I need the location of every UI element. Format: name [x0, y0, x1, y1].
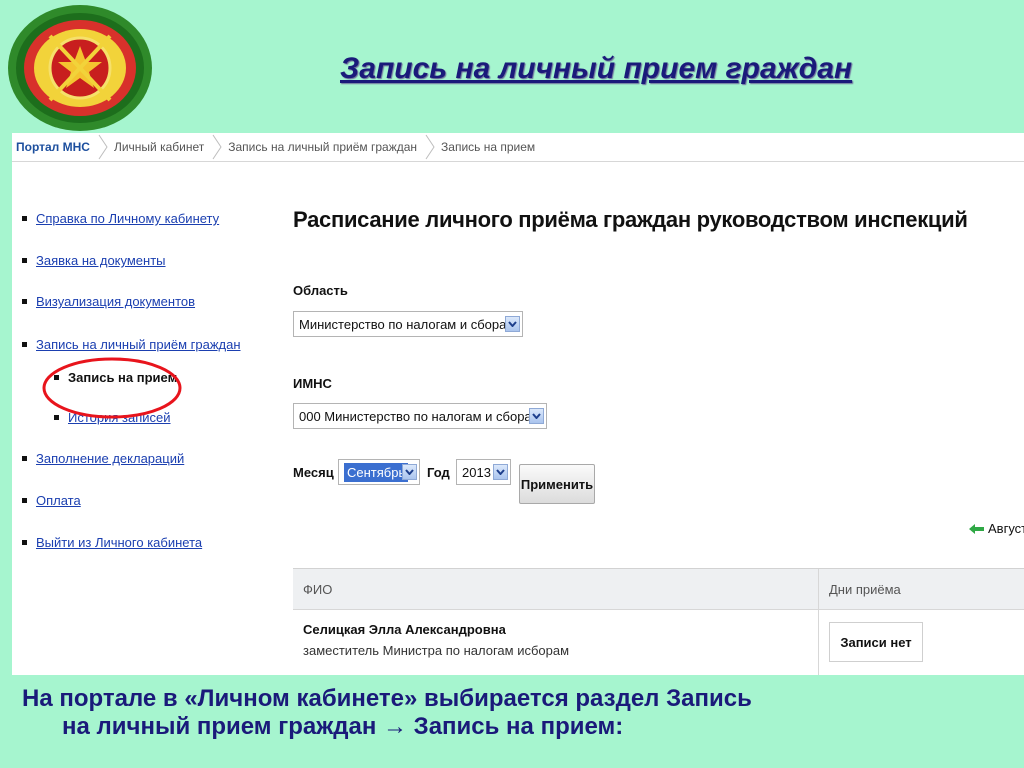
- sidebar-item-label[interactable]: Справка по Личному кабинету: [36, 211, 219, 226]
- table-row: Селицкая Элла Александровна заместитель …: [293, 610, 1024, 675]
- apply-button[interactable]: Применить: [519, 464, 595, 504]
- chevron-right-icon: [98, 134, 108, 160]
- mns-emblem-logo: [8, 5, 152, 131]
- imns-label: ИМНС: [293, 376, 332, 391]
- breadcrumb-item-current: Запись на прием: [441, 140, 536, 154]
- breadcrumb-item-portal[interactable]: Портал МНС: [12, 133, 90, 161]
- slide-caption: На портале в «Личном кабинете» выбираетс…: [22, 685, 1012, 741]
- month-label: Месяц: [293, 465, 334, 480]
- imns-select-value: 000 Министерство по налогам и сборам: [299, 408, 541, 424]
- bullet-icon: [22, 498, 27, 503]
- month-select-value: Сентябрь: [344, 462, 409, 482]
- sidebar-item-label[interactable]: Выйти из Личного кабинета: [36, 535, 202, 550]
- prev-month-label[interactable]: Август: [988, 521, 1024, 536]
- chevron-right-icon: [425, 134, 435, 160]
- sidebar-item-appointments[interactable]: Запись на личный приём граждан: [22, 337, 241, 352]
- page-title: Расписание личного приёма граждан руково…: [293, 207, 968, 232]
- sidebar-item-label[interactable]: Визуализация документов: [36, 294, 195, 309]
- slide-title: Запись на личный прием граждан: [340, 52, 853, 85]
- sidebar-item-logout[interactable]: Выйти из Личного кабинета: [22, 535, 202, 550]
- person-name: Селицкая Элла Александровна: [303, 622, 506, 637]
- breadcrumb: Портал МНС Личный кабинет Запись на личн…: [12, 133, 1024, 162]
- emblem-shield: [48, 34, 112, 102]
- breadcrumb-item-appointments[interactable]: Запись на личный приём граждан: [224, 133, 417, 161]
- sidebar-item-label[interactable]: Оплата: [36, 493, 81, 508]
- column-header-days: Дни приёма: [829, 581, 901, 597]
- person-role: заместитель Министра по налогам исборам: [303, 643, 570, 658]
- year-label: Год: [427, 465, 450, 480]
- chevron-down-icon[interactable]: [493, 464, 508, 480]
- year-select[interactable]: 2013: [456, 459, 511, 485]
- chevron-right-icon: [212, 134, 222, 160]
- bullet-icon: [22, 342, 27, 347]
- sidebar-item-payment[interactable]: Оплата: [22, 493, 81, 508]
- prev-month-link[interactable]: Август: [969, 521, 1024, 536]
- sidebar-item-declarations[interactable]: Заполнение деклараций: [22, 451, 184, 466]
- sidebar-item-label[interactable]: Заявка на документы: [36, 253, 166, 268]
- caption-line-2: на личный прием граждан → Запись на прие…: [62, 713, 624, 740]
- chevron-down-icon[interactable]: [529, 408, 544, 424]
- bullet-icon: [22, 299, 27, 304]
- bullet-icon: [22, 456, 27, 461]
- sidebar-item-documents-request[interactable]: Заявка на документы: [22, 253, 166, 268]
- breadcrumb-item-cabinet[interactable]: Личный кабинет: [110, 133, 204, 161]
- arrow-left-icon: [969, 523, 984, 534]
- region-select[interactable]: Министерство по налогам и сборам: [293, 311, 523, 337]
- chevron-down-icon[interactable]: [402, 464, 417, 480]
- imns-select[interactable]: 000 Министерство по налогам и сборам: [293, 403, 547, 429]
- portal-screenshot: Портал МНС Личный кабинет Запись на личн…: [12, 133, 1024, 675]
- column-header-name: ФИО: [293, 569, 819, 609]
- sidebar-item-label[interactable]: Заполнение деклараций: [36, 451, 184, 466]
- sidebar-item-documents-view[interactable]: Визуализация документов: [22, 294, 195, 309]
- sidebar-item-help[interactable]: Справка по Личному кабинету: [22, 211, 219, 226]
- region-label: Область: [293, 283, 348, 298]
- bullet-icon: [22, 216, 27, 221]
- month-select[interactable]: Сентябрь: [338, 459, 420, 485]
- chevron-down-icon[interactable]: [505, 316, 520, 332]
- bullet-icon: [22, 258, 27, 263]
- table-header: ФИО Дни приёма: [293, 569, 1024, 610]
- year-select-value: 2013: [462, 464, 491, 480]
- bullet-icon: [22, 540, 27, 545]
- status-badge: Записи нет: [829, 622, 923, 662]
- region-select-value: Министерство по налогам и сборам: [299, 316, 516, 332]
- caption-line-1: На портале в «Личном кабинете» выбираетс…: [22, 685, 752, 712]
- sidebar-item-label[interactable]: Запись на личный приём граждан: [36, 337, 241, 352]
- schedule-table: ФИО Дни приёма Селицкая Элла Александров…: [293, 568, 1024, 675]
- highlight-ellipse: [42, 357, 182, 419]
